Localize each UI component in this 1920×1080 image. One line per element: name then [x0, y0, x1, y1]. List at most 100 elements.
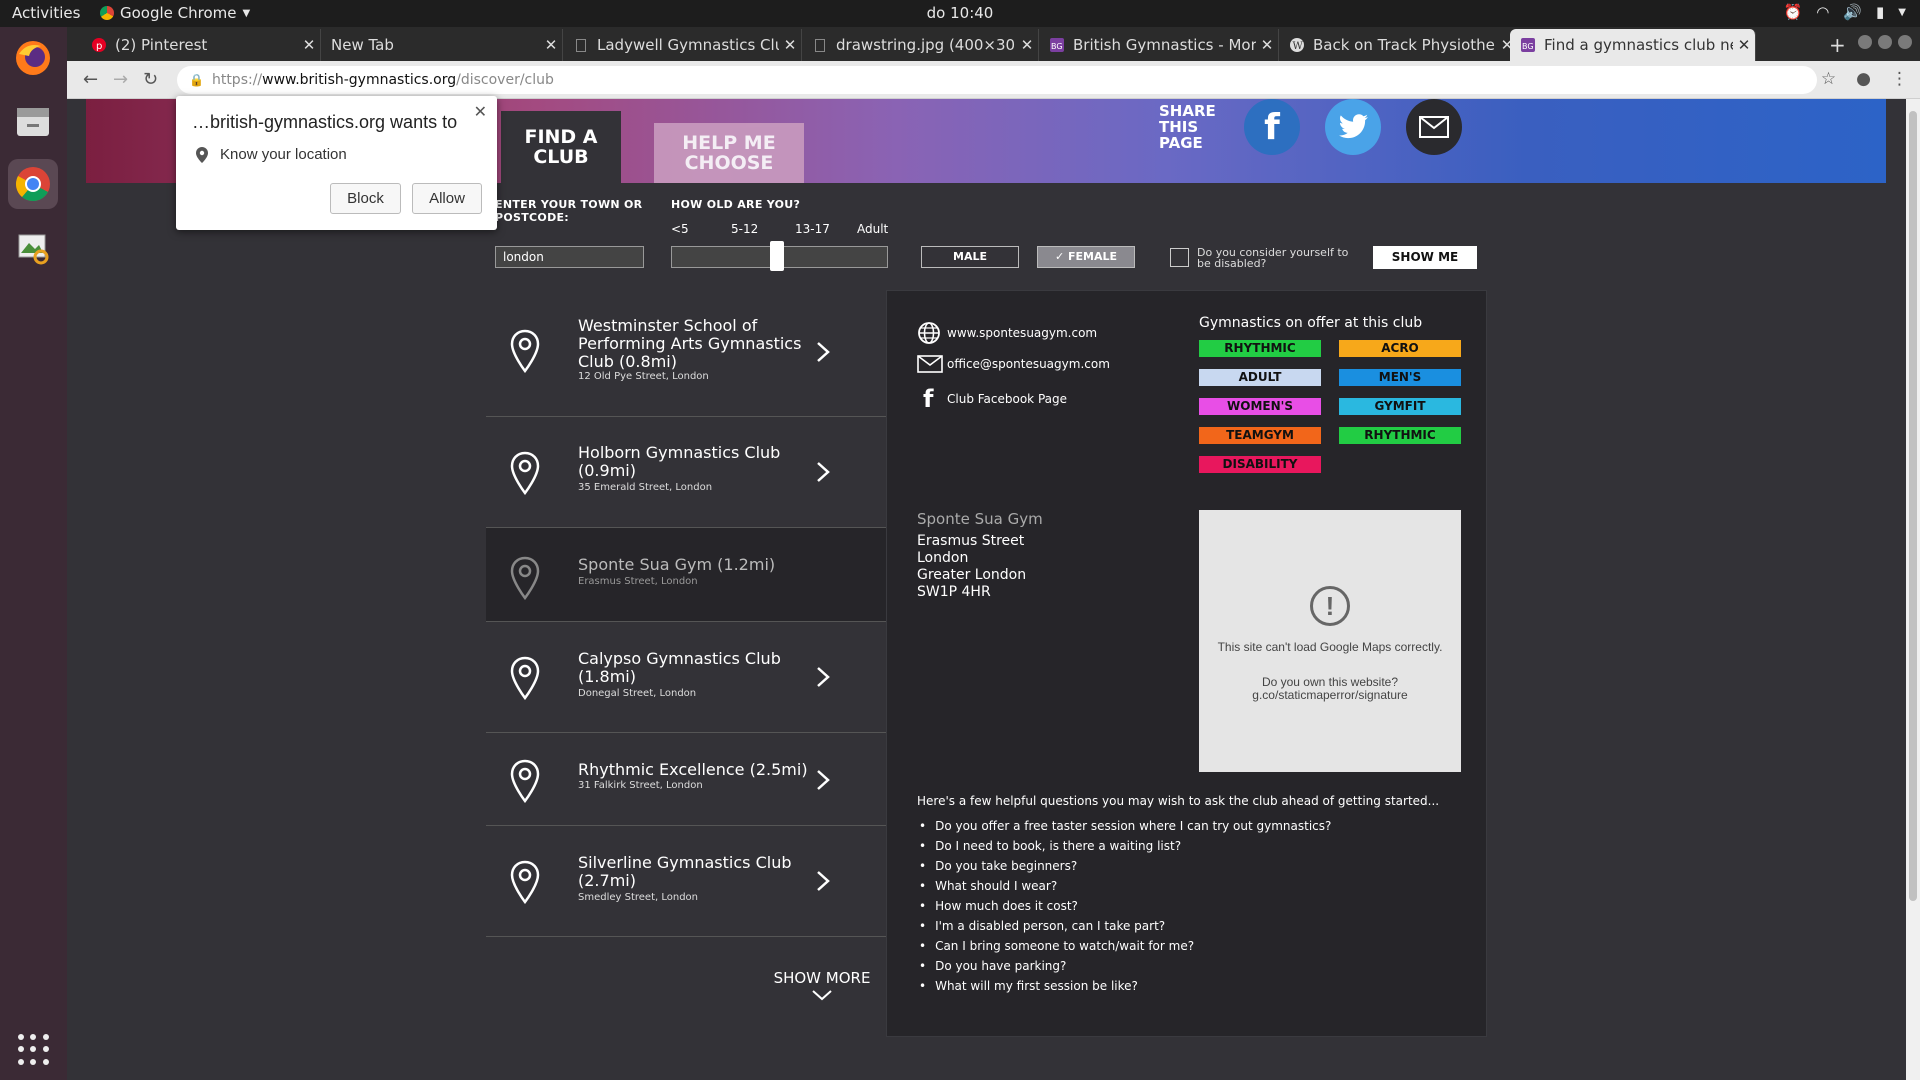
- image-viewer-icon[interactable]: [8, 222, 58, 272]
- age-option-13-17[interactable]: 13-17: [795, 222, 830, 236]
- club-facebook-link[interactable]: f Club Facebook Page: [917, 385, 1067, 413]
- pinterest-icon: p: [91, 37, 107, 53]
- show-applications-icon[interactable]: [18, 1034, 50, 1066]
- discipline-badge: ADULT: [1199, 369, 1321, 386]
- club-list-item-selected[interactable]: Sponte Sua Gym (1.2mi) Erasmus Street, L…: [486, 528, 886, 622]
- tab-title: British Gymnastics - More: [1073, 36, 1256, 54]
- tab-help-me-choose[interactable]: HELP ME CHOOSE: [654, 123, 804, 183]
- tab-title: Back on Track Physiothera: [1313, 36, 1496, 54]
- close-icon[interactable]: ✕: [779, 36, 801, 54]
- question-item: Do you offer a free taster session where…: [917, 816, 1331, 836]
- tab-back-on-track[interactable]: W Back on Track Physiothera ✕: [1279, 29, 1519, 61]
- map-pin-icon: [510, 656, 540, 700]
- close-icon[interactable]: ✕: [1016, 36, 1038, 54]
- check-icon: ✓: [1054, 250, 1069, 263]
- chevron-down-icon: ▼: [1898, 6, 1906, 18]
- chrome-icon[interactable]: [8, 159, 58, 209]
- page-icon: [573, 37, 589, 53]
- close-icon[interactable]: ✕: [298, 36, 320, 54]
- close-icon[interactable]: ✕: [474, 102, 487, 122]
- show-me-button[interactable]: SHOW ME: [1373, 246, 1477, 269]
- chevron-right-icon: [817, 462, 830, 482]
- window-controls: [1858, 35, 1912, 49]
- tab-find-club[interactable]: BG Find a gymnastics club ne ✕: [1510, 29, 1756, 61]
- clock[interactable]: do 10:40: [927, 4, 994, 22]
- new-tab-button[interactable]: +: [1829, 33, 1846, 57]
- lock-icon[interactable]: 🔒: [189, 73, 204, 87]
- dock: [0, 27, 67, 1080]
- back-icon[interactable]: ←: [83, 69, 98, 90]
- close-window-icon[interactable]: [1898, 35, 1912, 49]
- tab-ladywell[interactable]: Ladywell Gymnastics Club ✕: [563, 29, 802, 61]
- town-input[interactable]: london: [495, 246, 644, 268]
- minimize-icon[interactable]: [1858, 35, 1872, 49]
- activities-button[interactable]: Activities: [12, 4, 80, 22]
- app-menu-label: Google Chrome: [120, 4, 237, 22]
- club-list-item[interactable]: Westminster School of Performing Arts Gy…: [486, 289, 886, 417]
- club-list-item[interactable]: Rhythmic Excellence (2.5mi) 31 Falkirk S…: [486, 733, 886, 826]
- tab-find-a-club[interactable]: FIND A CLUB: [501, 111, 621, 183]
- address-line: SW1P 4HR: [917, 584, 991, 600]
- club-list-item[interactable]: Holborn Gymnastics Club (0.9mi) 35 Emera…: [486, 417, 886, 528]
- facebook-icon[interactable]: f: [1244, 99, 1300, 155]
- tab-new-tab[interactable]: New Tab ✕: [321, 29, 563, 61]
- question-item: How much does it cost?: [917, 896, 1331, 916]
- age-option-adult[interactable]: Adult: [857, 222, 888, 236]
- map-owner-text: Do you own this website? g.co/staticmape…: [1199, 676, 1461, 702]
- club-name: Rhythmic Excellence (2.5mi): [578, 760, 808, 779]
- club-website: www.spontesuagym.com: [947, 326, 1098, 340]
- age-slider[interactable]: [671, 241, 888, 271]
- system-tray[interactable]: ⏰ ◠ 🔊 ▮ ▼: [1784, 3, 1906, 21]
- map-error-box: ! This site can't load Google Maps corre…: [1199, 510, 1461, 772]
- warning-icon: !: [1310, 586, 1350, 626]
- bookmark-star-icon[interactable]: ☆: [1821, 69, 1836, 89]
- profile-icon[interactable]: ●: [1856, 69, 1871, 89]
- forward-icon[interactable]: →: [113, 69, 128, 90]
- age-option-under5[interactable]: <5: [671, 222, 689, 236]
- share-label: SHARE THIS PAGE: [1159, 102, 1216, 152]
- question-item: Do you have parking?: [917, 956, 1331, 976]
- block-button[interactable]: Block: [330, 183, 401, 214]
- email-icon[interactable]: [1406, 99, 1462, 155]
- show-more-button[interactable]: SHOW MORE: [772, 969, 872, 1005]
- question-item: What should I wear?: [917, 876, 1331, 896]
- scrollbar-thumb[interactable]: [1909, 111, 1917, 901]
- files-icon[interactable]: [8, 97, 58, 147]
- club-detail-name: Sponte Sua Gym: [917, 510, 1043, 528]
- disabled-checkbox[interactable]: [1170, 248, 1189, 267]
- chrome-icon: [100, 6, 114, 20]
- female-button[interactable]: ✓ FEMALE: [1037, 246, 1135, 268]
- allow-button[interactable]: Allow: [412, 183, 482, 214]
- address-bar[interactable]: 🔒 https://www.british-gymnastics.org/dis…: [177, 66, 1817, 94]
- map-pin-icon: [510, 860, 540, 904]
- female-label: FEMALE: [1068, 250, 1118, 263]
- tab-british-gymnastics[interactable]: BG British Gymnastics - More ✕: [1039, 29, 1279, 61]
- club-address: 31 Falkirk Street, London: [578, 780, 703, 791]
- battery-icon: ▮: [1876, 3, 1885, 21]
- url-scheme: https://: [211, 72, 263, 88]
- close-icon[interactable]: ✕: [1733, 36, 1755, 54]
- club-email-link[interactable]: office@spontesuagym.com: [917, 355, 1110, 373]
- question-item: I'm a disabled person, can I take part?: [917, 916, 1331, 936]
- app-menu[interactable]: Google Chrome ▼: [100, 4, 250, 22]
- wifi-icon: ◠: [1816, 3, 1830, 21]
- club-list-item[interactable]: Silverline Gymnastics Club (2.7mi) Smedl…: [486, 826, 886, 937]
- male-button[interactable]: MALE: [921, 246, 1019, 268]
- close-icon[interactable]: ✕: [1256, 36, 1278, 54]
- page-scrollbar[interactable]: [1906, 99, 1920, 1080]
- club-list-item[interactable]: Calypso Gymnastics Club (1.8mi) Donegal …: [486, 622, 886, 733]
- tab-pinterest[interactable]: p (2) Pinterest ✕: [81, 29, 321, 61]
- close-icon[interactable]: ✕: [540, 36, 562, 54]
- map-error-link[interactable]: g.co/staticmaperror/signature: [1199, 689, 1461, 702]
- questions-list: Do you offer a free taster session where…: [917, 816, 1331, 996]
- firefox-icon[interactable]: [8, 33, 58, 83]
- menu-icon[interactable]: ⋮: [1891, 69, 1908, 89]
- twitter-icon[interactable]: [1325, 99, 1381, 155]
- age-option-5-12[interactable]: 5-12: [731, 222, 758, 236]
- maximize-icon[interactable]: [1878, 35, 1892, 49]
- tab-drawstring[interactable]: drawstring.jpg (400×301) ✕: [802, 29, 1039, 61]
- map-pin-icon: [510, 759, 540, 803]
- club-website-link[interactable]: www.spontesuagym.com: [917, 321, 1097, 345]
- age-slider-handle[interactable]: [770, 241, 784, 271]
- reload-icon[interactable]: ↻: [143, 69, 158, 90]
